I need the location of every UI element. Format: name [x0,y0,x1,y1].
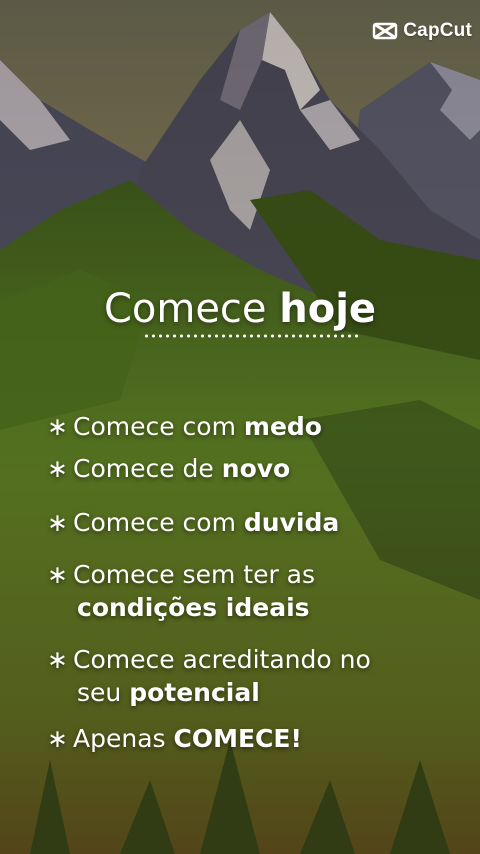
list-item-light: Comece com [73,412,244,441]
dotted-underline [143,334,361,338]
list-item-bold: medo [243,412,322,441]
capcut-logo-icon [373,22,398,40]
list-item: ∗ Comece com duvida [47,506,339,539]
asterisk-icon: ∗ [47,560,68,589]
headline: Comece hoje [0,284,480,334]
list-item-light: Apenas [73,724,174,753]
list-item: ∗ Comece com medo [47,410,322,443]
list-item: ∗ Comece sem ter as condições ideais [47,558,315,624]
watermark-brand-text: CapCut [403,20,472,41]
headline-bold: hoje [279,286,377,332]
list-item-bold: COMECE! [173,724,302,753]
capcut-watermark: CapCut [372,20,472,42]
list-item: ∗ Apenas COMECE! [47,722,302,755]
asterisk-icon: ∗ [47,508,68,537]
list-item: ∗ Comece de novo [47,452,290,485]
list-item-bold: condições ideais [77,593,310,622]
list-item-light: Comece de [73,454,222,483]
list-item-light-continued: seu [77,678,130,707]
asterisk-icon: ∗ [47,645,68,674]
headline-light: Comece [103,286,280,332]
list-item-light: Comece acreditando no [73,645,371,674]
list-item-bold: duvida [243,508,340,537]
list-item-light: Comece sem ter as [73,560,316,589]
list-item-light: Comece com [73,508,244,537]
asterisk-icon: ∗ [47,412,68,441]
asterisk-icon: ∗ [47,454,68,483]
list-item: ∗ Comece acreditando no seu potencial [47,643,371,709]
asterisk-icon: ∗ [47,724,68,753]
list-item-bold: potencial [129,678,260,707]
list-item-bold: novo [221,454,291,483]
